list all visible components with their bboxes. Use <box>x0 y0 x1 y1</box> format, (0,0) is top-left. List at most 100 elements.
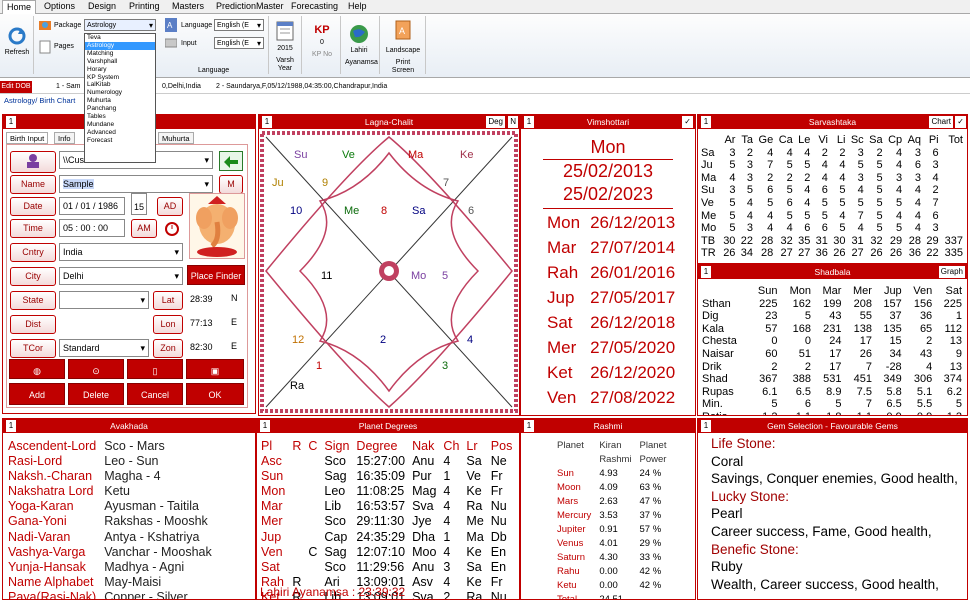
chart-button[interactable]: Chart <box>929 116 953 128</box>
varsh-year-button[interactable]: 2015 Varsh Year <box>272 20 298 73</box>
ayanamsa-button[interactable]: Lahiri Ayanamsa <box>345 24 378 67</box>
back-arrow-button[interactable] <box>219 151 243 171</box>
new-page-button[interactable]: ▯ <box>127 359 183 379</box>
date-input[interactable]: 01 / 01 / 1986 <box>59 197 125 215</box>
lat-label-button[interactable]: Lat <box>153 291 183 310</box>
package-dropdown-list[interactable]: Teva Astrology Matching Varshphall Horar… <box>84 33 156 163</box>
state-label-button[interactable]: State <box>10 291 56 310</box>
refresh-button[interactable]: Refresh <box>3 26 31 57</box>
dropdown-option[interactable]: Varshphall <box>85 58 155 66</box>
check-icon[interactable]: ✓ <box>682 116 693 128</box>
city-select[interactable]: Delhi ▾ <box>59 267 183 285</box>
tab-forecasting[interactable]: Forecasting <box>287 0 342 14</box>
dropdown-option[interactable]: Numerology <box>85 89 155 97</box>
name-label-button[interactable]: Name <box>10 175 56 194</box>
shad-cell: 60 <box>765 347 778 360</box>
dropdown-option[interactable]: Advanced <box>85 129 155 137</box>
zone-value[interactable]: 82:30 <box>187 339 227 357</box>
vim-row[interactable]: Jup 27/05/2017 <box>547 286 675 309</box>
sarv-cell <box>942 223 964 234</box>
add-button[interactable]: Add <box>9 383 65 405</box>
state-select[interactable]: ▾ <box>59 291 149 309</box>
deg-button[interactable]: Deg <box>486 116 505 128</box>
lon-direction[interactable]: E <box>231 317 237 327</box>
record-1[interactable]: 1 - Sam <box>56 80 81 94</box>
sarv-col-header: Li <box>836 134 846 146</box>
dropdown-option[interactable]: Tables <box>85 113 155 121</box>
n-button[interactable]: N <box>508 116 518 128</box>
kp-number-button[interactable]: KP 0 KP No <box>310 24 334 59</box>
dropdown-option[interactable]: Forecast <box>85 137 155 145</box>
dropdown-option[interactable]: Muhurta <box>85 97 155 105</box>
refresh-icon <box>8 27 26 45</box>
ok-button[interactable]: OK <box>186 383 244 405</box>
package-select[interactable]: Astrology <box>84 19 156 31</box>
tab-birth-input[interactable]: Birth Input <box>6 132 49 144</box>
input-select[interactable]: English (E <box>214 37 264 49</box>
rashmi-row: Moon 4.09 63 % <box>557 482 672 494</box>
dropdown-option[interactable]: Mundane <box>85 121 155 129</box>
lon-value[interactable]: 77:13 <box>187 315 227 333</box>
vim-row[interactable]: Mon 26/12/2013 <box>547 211 675 234</box>
edit-dob-button[interactable]: Edit DOB <box>0 81 32 93</box>
am-button[interactable]: AM <box>131 219 157 238</box>
lon-label-button[interactable]: Lon <box>153 315 183 334</box>
tab-predictionmaster[interactable]: PredictionMaster <box>212 0 288 14</box>
district-label-button[interactable]: Dist <box>10 315 56 334</box>
tab-printing[interactable]: Printing <box>125 0 164 14</box>
tcor-select[interactable]: Standard ▾ <box>59 339 149 357</box>
delete-button[interactable]: Delete <box>68 383 124 405</box>
alarm-icon[interactable] <box>162 219 184 237</box>
dropdown-option-selected[interactable]: Astrology <box>85 41 155 50</box>
date-label-button[interactable]: Date <box>10 197 56 216</box>
dropdown-option[interactable]: Horary <box>85 66 155 74</box>
name-input[interactable]: Sample ▾ <box>59 175 213 193</box>
vim-row[interactable]: Sat 26/12/2018 <box>547 311 675 334</box>
tab-muhurta[interactable]: Muhurta <box>158 132 194 144</box>
zone-label-button[interactable]: Zon <box>153 339 183 358</box>
country-select[interactable]: India ▾ <box>59 243 183 261</box>
dropdown-option[interactable]: KP System <box>85 74 155 82</box>
vim-row[interactable]: Sun25/02/2023 <box>547 411 675 415</box>
vim-row[interactable]: Mer 27/05/2020 <box>547 336 675 359</box>
tab-help[interactable]: Help <box>344 0 371 14</box>
cancel-button[interactable]: Cancel <box>127 383 183 405</box>
save-button[interactable]: ▣ <box>186 359 244 379</box>
time-label-button[interactable]: Time <box>10 219 56 238</box>
target-button[interactable]: ⊙ <box>68 359 124 379</box>
dropdown-option[interactable]: Matching <box>85 50 155 58</box>
vim-row[interactable]: Ket 26/12/2020 <box>547 361 675 384</box>
m-button[interactable]: M <box>219 175 243 194</box>
sarv-cell: 4 <box>896 209 903 222</box>
tcor-label-button[interactable]: TCor <box>10 339 56 358</box>
astrologer-icon-button[interactable] <box>10 151 56 173</box>
record-2[interactable]: 2 - Saundarya,F,05/12/1988,04:35:00,Chan… <box>216 80 387 94</box>
dropdown-option[interactable]: Panchang <box>85 105 155 113</box>
zone-direction[interactable]: E <box>231 341 237 351</box>
place-finder-button[interactable]: Place Finder <box>187 265 245 285</box>
globe-button[interactable]: ◍ <box>9 359 65 379</box>
calendar-button[interactable]: 15 <box>131 193 147 215</box>
graph-button[interactable]: Graph <box>938 266 965 278</box>
dropdown-option[interactable]: LalKitab <box>85 81 155 89</box>
landscape-button[interactable]: A Landscape Print Screen <box>384 20 422 75</box>
tab-info[interactable]: Info <box>54 132 75 144</box>
lat-value[interactable]: 28:39 <box>187 291 227 309</box>
dropdown-option[interactable]: Teva <box>85 34 155 42</box>
tab-home[interactable]: Home <box>2 0 37 14</box>
city-label-button[interactable]: City <box>10 267 56 286</box>
vim-row[interactable]: Ven 27/08/2022 <box>547 386 675 409</box>
check-icon[interactable]: ✓ <box>955 116 966 128</box>
vim-row[interactable]: Mar 27/07/2014 <box>547 236 675 259</box>
ad-button[interactable]: AD <box>157 197 183 216</box>
vim-row[interactable]: Rah 26/01/2016 <box>547 261 675 284</box>
shad-cell: 23 <box>765 310 778 323</box>
tab-design[interactable]: Design <box>84 0 120 14</box>
time-input[interactable]: 05 : 00 : 00 <box>59 219 125 237</box>
sarv-cell: 5 <box>786 209 793 222</box>
lat-direction[interactable]: N <box>231 293 238 303</box>
country-label-button[interactable]: Cntry <box>10 243 56 262</box>
tab-options[interactable]: Options <box>40 0 79 14</box>
language-select[interactable]: English (E <box>214 19 264 31</box>
tab-masters[interactable]: Masters <box>168 0 208 14</box>
